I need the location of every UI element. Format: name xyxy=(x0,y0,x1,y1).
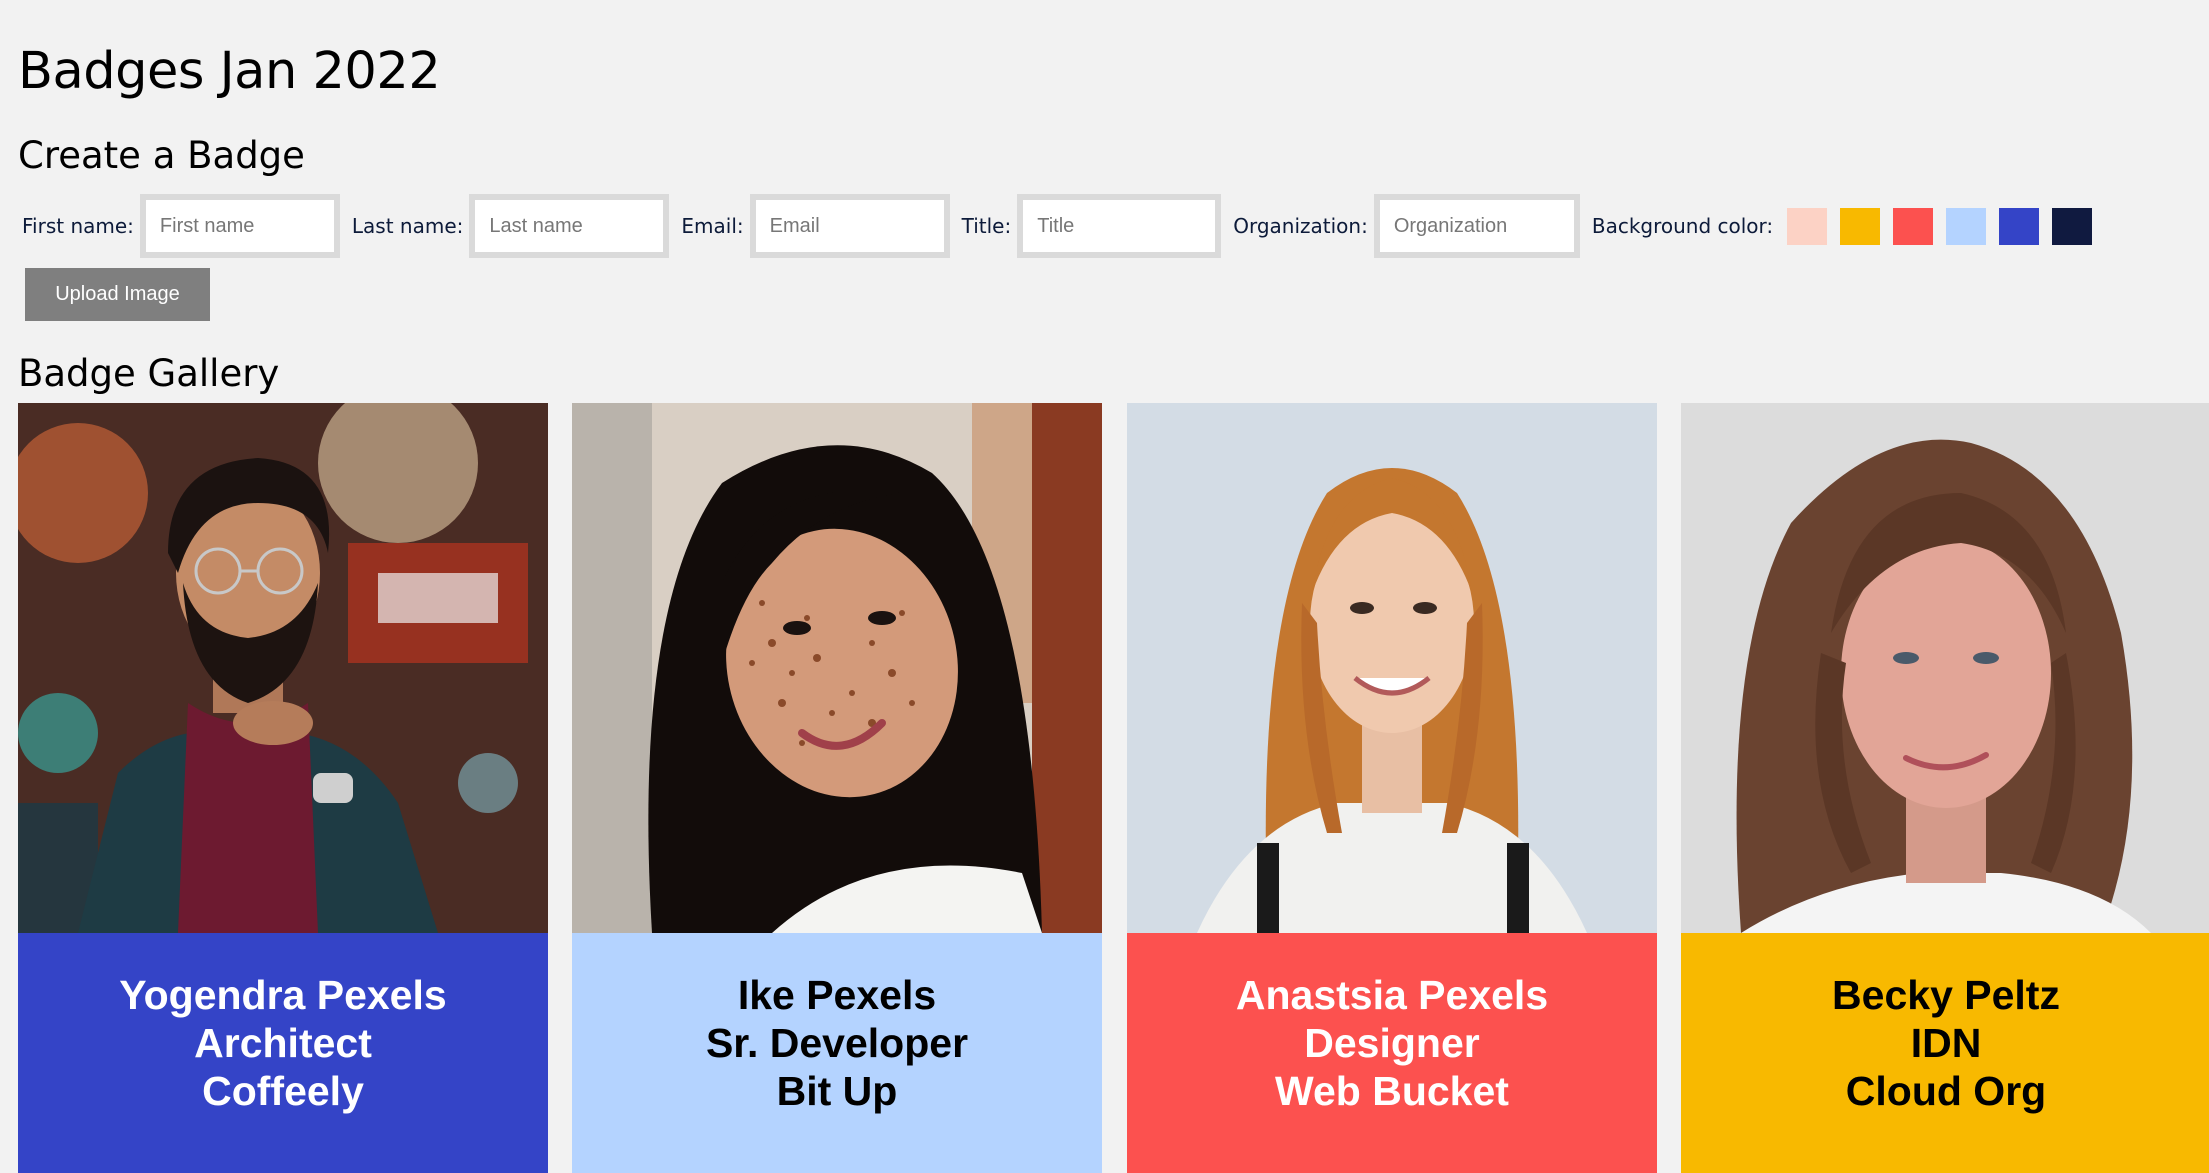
color-swatch-blue[interactable] xyxy=(1999,207,2040,245)
color-swatch-light-blue[interactable] xyxy=(1946,207,1987,245)
badge-photo xyxy=(1681,403,2209,933)
background-color-label: Background color: xyxy=(1591,214,1774,238)
title-input[interactable] xyxy=(1017,194,1222,258)
badge-org: Coffeely xyxy=(202,1068,364,1114)
page-title: Badges Jan 2022 xyxy=(18,42,441,101)
badge-card: Ike Pexels Sr. Developer Bit Up xyxy=(572,403,1102,1173)
create-badge-heading: Create a Badge xyxy=(18,134,305,177)
badge-name: Ike Pexels xyxy=(737,972,937,1018)
color-swatch-navy[interactable] xyxy=(2052,207,2093,245)
badge-card: Becky Peltz IDN Cloud Org xyxy=(1681,403,2209,1173)
badge-photo xyxy=(572,403,1102,933)
email-label: Email: xyxy=(681,214,744,238)
woman-freckles-portrait xyxy=(572,403,1102,933)
badge-title: IDN xyxy=(1910,1020,1982,1066)
badge-card: Anastsia Pexels Designer Web Bucket xyxy=(1127,403,1657,1173)
badge-title: Designer xyxy=(1304,1020,1480,1066)
email-input[interactable] xyxy=(749,194,950,258)
badge-card: Yogendra Pexels Architect Coffeely xyxy=(18,403,548,1173)
badge-name: Yogendra Pexels xyxy=(119,972,447,1018)
badge-form: First name: Last name: Email: Title: Org… xyxy=(22,194,2105,258)
badge-name: Becky Peltz xyxy=(1832,972,2060,1018)
badge-title: Sr. Developer xyxy=(705,1020,969,1066)
first-name-input[interactable] xyxy=(139,194,340,258)
badge-org: Bit Up xyxy=(776,1068,898,1114)
last-name-label: Last name: xyxy=(351,214,464,238)
color-swatch-yellow[interactable] xyxy=(1840,207,1881,245)
woman-red-hair-portrait xyxy=(1127,403,1657,933)
badge-org: Cloud Org xyxy=(1845,1068,2047,1114)
badge-info: Ike Pexels Sr. Developer Bit Up xyxy=(572,933,1102,1173)
upload-image-button[interactable]: Upload Image xyxy=(25,268,210,321)
first-name-label: First name: xyxy=(22,214,134,238)
man-glasses-beard-portrait xyxy=(18,403,548,933)
badge-gallery-heading: Badge Gallery xyxy=(18,352,280,395)
badge-title: Architect xyxy=(194,1020,372,1066)
organization-input[interactable] xyxy=(1373,194,1580,258)
color-swatch-peach[interactable] xyxy=(1787,207,1828,245)
badge-info: Becky Peltz IDN Cloud Org xyxy=(1681,933,2209,1173)
badge-org: Web Bucket xyxy=(1275,1068,1509,1114)
organization-label: Organization: xyxy=(1233,214,1368,238)
color-swatches xyxy=(1787,207,2105,245)
badge-info: Anastsia Pexels Designer Web Bucket xyxy=(1127,933,1657,1173)
badge-info: Yogendra Pexels Architect Coffeely xyxy=(18,933,548,1173)
color-swatch-red[interactable] xyxy=(1893,207,1934,245)
badge-photo xyxy=(18,403,548,933)
woman-curly-hair-portrait xyxy=(1681,403,2209,933)
title-label: Title: xyxy=(961,214,1012,238)
badge-name: Anastsia Pexels xyxy=(1235,972,1549,1018)
badge-photo xyxy=(1127,403,1657,933)
last-name-input[interactable] xyxy=(469,194,670,258)
